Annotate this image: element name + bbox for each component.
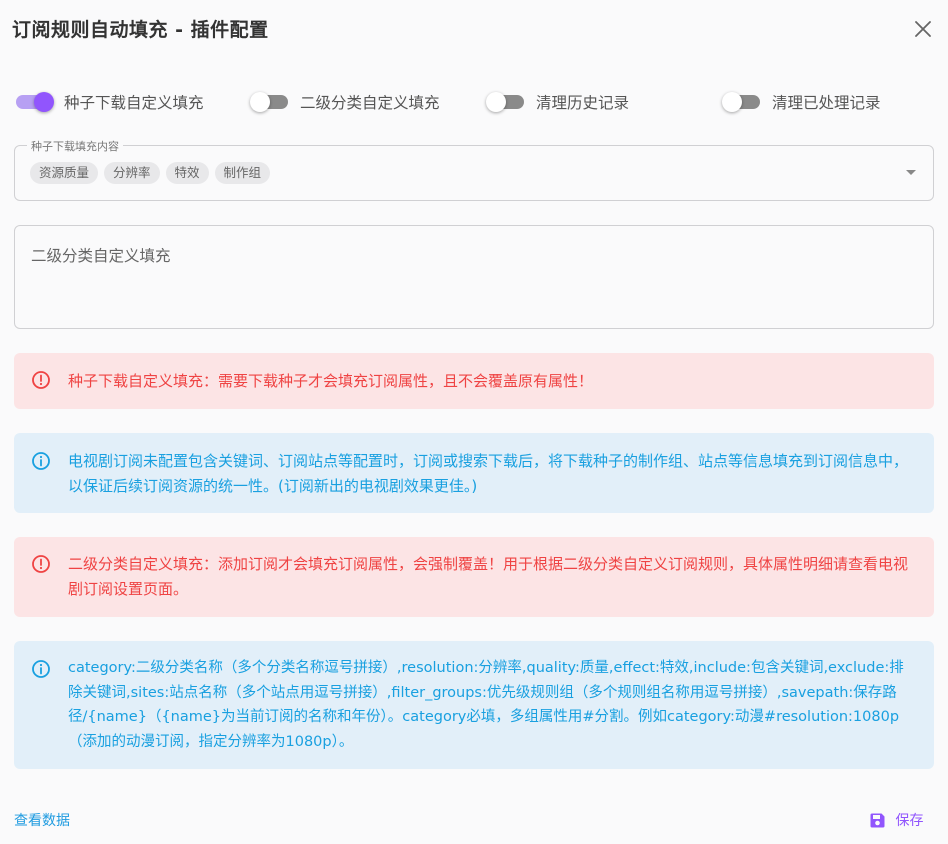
alert-text: 二级分类自定义填充：添加订阅才会填充订阅属性，会强制覆盖！用于根据二级分类自定义… <box>68 555 909 598</box>
dialog-header: 订阅规则自动填充 - 插件配置 <box>0 0 948 58</box>
alert-text: 电视剧订阅未配置包含关键词、订阅站点等配置时，订阅或搜索下载后，将下载种子的制作… <box>68 452 909 495</box>
alert-circle-icon <box>32 371 50 389</box>
alert-text: 种子下载自定义填充：需要下载种子才会填充订阅属性，且不会覆盖原有属性！ <box>68 372 594 390</box>
floppy-disk-icon <box>870 813 884 827</box>
toggle-thumb <box>486 92 506 112</box>
switch-row: 种子下载自定义填充 二级分类自定义填充 清理历史记录 清理已处理记录 <box>0 88 948 116</box>
toggle-thumb <box>34 92 54 112</box>
chip-resolution[interactable]: 分辨率 <box>104 162 160 184</box>
select-legend: 种子下载填充内容 <box>27 138 123 154</box>
chip-effect[interactable]: 特效 <box>165 162 209 184</box>
close-button[interactable] <box>908 14 938 44</box>
alert-category-syntax-info: category:二级分类名称（多个分类名称逗号拼接）,resolution:分… <box>14 641 934 769</box>
save-button[interactable]: 保存 <box>860 802 932 838</box>
info-circle-icon <box>32 660 50 678</box>
toggle-thumb <box>722 92 742 112</box>
view-data-link[interactable]: 查看数据 <box>14 810 70 830</box>
chip-quality[interactable]: 资源质量 <box>30 162 99 184</box>
switch-torrent-fill[interactable]: 种子下载自定义填充 <box>16 88 204 116</box>
save-label: 保存 <box>895 813 924 829</box>
toggle-track[interactable] <box>486 92 524 112</box>
switch-category-fill[interactable]: 二级分类自定义填充 <box>250 88 440 116</box>
switch-clear-processed[interactable]: 清理已处理记录 <box>722 88 881 116</box>
toggle-track[interactable] <box>16 92 54 112</box>
alert-torrent-fill-warning: 种子下载自定义填充：需要下载种子才会填充订阅属性，且不会覆盖原有属性！ <box>14 353 934 409</box>
close-icon <box>915 21 931 37</box>
switch-clear-history[interactable]: 清理历史记录 <box>486 88 630 116</box>
toggle-thumb <box>250 92 270 112</box>
plugin-config-dialog: 订阅规则自动填充 - 插件配置 种子下载自定义填充 二级分类自定义填充 清理历史… <box>0 0 948 844</box>
category-fill-textarea[interactable]: 二级分类自定义填充 <box>14 225 934 329</box>
switch-label: 二级分类自定义填充 <box>300 94 440 112</box>
toggle-track[interactable] <box>250 92 288 112</box>
caret-down-icon[interactable] <box>906 170 916 175</box>
chip-release-group[interactable]: 制作组 <box>214 162 271 184</box>
switch-label: 清理已处理记录 <box>772 94 881 112</box>
alert-torrent-fill-info: 电视剧订阅未配置包含关键词、订阅站点等配置时，订阅或搜索下载后，将下载种子的制作… <box>14 433 934 513</box>
alert-circle-icon <box>32 555 50 573</box>
switch-label: 种子下载自定义填充 <box>64 94 204 112</box>
chip-group: 资源质量 分辨率 特效 制作组 <box>30 162 271 184</box>
info-circle-icon <box>32 452 50 470</box>
alert-text: category:二级分类名称（多个分类名称逗号拼接）,resolution:分… <box>68 660 904 750</box>
toggle-track[interactable] <box>722 92 760 112</box>
switch-label: 清理历史记录 <box>536 94 630 112</box>
textarea-placeholder: 二级分类自定义填充 <box>31 247 171 265</box>
dialog-title: 订阅规则自动填充 - 插件配置 <box>12 19 269 41</box>
alert-category-fill-warning: 二级分类自定义填充：添加订阅才会填充订阅属性，会强制覆盖！用于根据二级分类自定义… <box>14 537 934 617</box>
torrent-fill-select[interactable]: 种子下载填充内容 资源质量 分辨率 特效 制作组 <box>14 138 934 201</box>
